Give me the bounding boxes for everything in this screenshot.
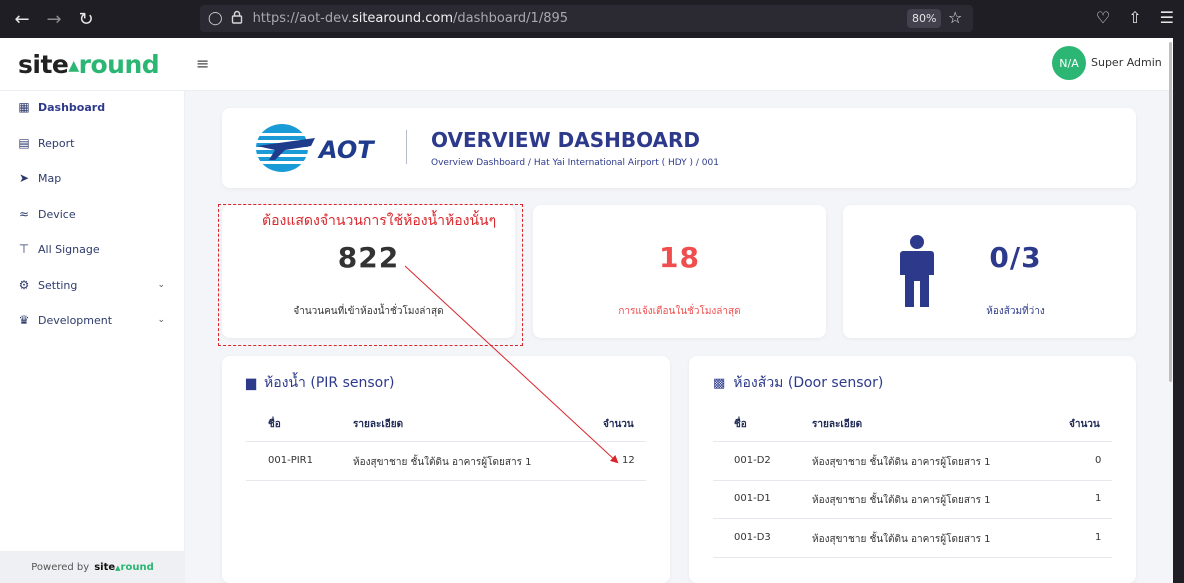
door-cell-name: 001-D3 xyxy=(734,532,771,543)
alerts-count: 18 xyxy=(659,241,700,274)
pir-title-text: ห้องน้ำ (PIR sensor) xyxy=(264,375,395,391)
sidebar-item-device[interactable]: ≈ Device xyxy=(17,204,177,224)
powered-logo-site: site xyxy=(94,561,116,573)
window-frame xyxy=(1173,38,1184,583)
sidebar: ▦ Dashboard ▤ Report ➤ Map ≈ Device ⊤ All Sig… xyxy=(0,91,185,583)
sidebar-item-label: Development xyxy=(38,313,113,327)
sidebar-item-map[interactable]: ➤ Map xyxy=(17,168,177,188)
sidebar-item-label: All Signage xyxy=(38,242,100,256)
sidebar-item-label: Map xyxy=(38,171,62,185)
vacant-count: 0/3 xyxy=(989,241,1042,274)
row-divider xyxy=(246,441,646,442)
row-divider xyxy=(713,518,1112,519)
menu-icon[interactable]: ☰ xyxy=(1160,8,1174,27)
sidebar-item-label: Device xyxy=(38,207,76,221)
overview-title-card: AOT OVERVIEW DASHBOARD Overview Dashboar… xyxy=(222,108,1136,188)
sidebar-item-label: Setting xyxy=(38,278,78,292)
pir-sensor-card: ▆ ห้องน้ำ (PIR sensor) ชื่อ รายละเอียด จ… xyxy=(222,356,670,583)
sidebar-item-setting[interactable]: ⚙ Setting ⌄ xyxy=(17,275,177,295)
chevron-down-icon[interactable]: ⌄ xyxy=(157,315,165,325)
development-icon: ♛ xyxy=(18,313,30,327)
powered-logo-round: round xyxy=(120,561,154,573)
door-header-detail: รายละเอียด xyxy=(812,419,863,430)
report-icon: ▤ xyxy=(18,136,30,150)
door-card-title: ▩ ห้องส้วม (Door sensor) xyxy=(713,372,883,394)
stat-card-vacant-stalls: 0/3 ห้องส้วมที่ว่าง xyxy=(843,205,1136,338)
shield-icon[interactable]: ◯ xyxy=(208,11,223,26)
aot-logo: AOT xyxy=(255,124,375,172)
pir-cell-detail: ห้องสุขาชาย ชั้นใต้ดิน อาคารผู้โดยสาร 1 xyxy=(353,457,532,468)
door-icon: ▆ xyxy=(246,375,256,391)
pir-header-count: จำนวน xyxy=(603,419,634,430)
title-divider xyxy=(406,130,407,164)
navigation-icon: ➤ xyxy=(18,171,30,185)
sidebar-item-all-signage[interactable]: ⊤ All Signage xyxy=(17,239,177,259)
door-header-name: ชื่อ xyxy=(734,419,747,430)
door-cell-count: 1 xyxy=(1095,493,1102,504)
browser-toolbar: ← → ↻ ◯ https://aot-dev.sitearound.com/d… xyxy=(0,0,1184,38)
sidebar-item-report[interactable]: ▤ Report xyxy=(17,133,177,153)
pocket-icon[interactable]: ♡ xyxy=(1096,8,1110,27)
vacant-label: ห้องส้วมที่ว่าง xyxy=(986,306,1045,317)
door-header-count: จำนวน xyxy=(1069,419,1100,430)
sidebar-toggle-icon[interactable]: ≡ xyxy=(196,54,209,73)
row-divider xyxy=(713,480,1112,481)
pir-cell-count: 12 xyxy=(622,455,635,466)
pir-card-title: ▆ ห้องน้ำ (PIR sensor) xyxy=(246,372,394,394)
door-sensor-card: ▩ ห้องส้วม (Door sensor) ชื่อ รายละเอียด… xyxy=(689,356,1136,583)
url-text[interactable]: https://aot-dev.sitearound.com/dashboard… xyxy=(253,11,568,26)
star-icon[interactable]: ☆ xyxy=(948,8,962,27)
annotation-text: ต้องแสดงจำนวนการใช้ห้องน้ำห้องนั้นๆ xyxy=(262,213,497,229)
row-divider xyxy=(246,480,646,481)
pir-cell-name: 001-PIR1 xyxy=(268,455,313,466)
sidebar-item-development[interactable]: ♛ Development ⌄ xyxy=(17,310,177,330)
powered-by-text: Powered by xyxy=(31,561,90,573)
url-bar[interactable]: ◯ https://aot-dev.sitearound.com/dashboa… xyxy=(200,5,973,32)
signage-icon: ⊤ xyxy=(18,242,30,256)
breadcrumb: Overview Dashboard / Hat Yai Internation… xyxy=(431,158,719,168)
share-icon[interactable]: ⇧ xyxy=(1128,8,1141,27)
door-cell-detail: ห้องสุขาชาย ชั้นใต้ดิน อาคารผู้โดยสาร 1 xyxy=(812,495,991,506)
sidebar-item-label: Report xyxy=(38,136,75,150)
lock-icon[interactable] xyxy=(231,10,243,28)
scrollbar[interactable] xyxy=(1169,42,1172,382)
pir-header-name: ชื่อ xyxy=(268,419,281,430)
door-cell-detail: ห้องสุขาชาย ชั้นใต้ดิน อาคารผู้โดยสาร 1 xyxy=(812,457,991,468)
toilet-icon: ▩ xyxy=(713,375,726,391)
door-cell-detail: ห้องสุขาชาย ชั้นใต้ดิน อาคารผู้โดยสาร 1 xyxy=(812,534,991,545)
chevron-down-icon[interactable]: ⌄ xyxy=(157,280,165,290)
page-title: OVERVIEW DASHBOARD xyxy=(431,128,701,152)
sidebar-item-label: Dashboard xyxy=(38,100,106,114)
pir-header-detail: รายละเอียด xyxy=(353,419,404,430)
door-cell-name: 001-D2 xyxy=(734,455,771,466)
sidebar-item-dashboard[interactable]: ▦ Dashboard xyxy=(17,97,177,117)
door-cell-count: 1 xyxy=(1095,532,1102,543)
grid-icon: ▦ xyxy=(18,100,30,114)
row-divider xyxy=(713,441,1112,442)
svg-text:AOT: AOT xyxy=(317,136,375,164)
back-icon[interactable]: ← xyxy=(6,9,38,30)
door-cell-count: 0 xyxy=(1095,455,1102,466)
avatar[interactable]: N/A xyxy=(1052,46,1086,80)
door-cell-name: 001-D1 xyxy=(734,493,771,504)
user-name[interactable]: Super Admin xyxy=(1091,56,1162,69)
forward-icon[interactable]: → xyxy=(38,9,70,30)
zoom-level[interactable]: 80% xyxy=(907,9,942,28)
powered-by-footer: Powered by site▲round xyxy=(0,551,185,583)
sitearound-logo[interactable]: site▲round xyxy=(18,50,160,79)
stat-card-alerts: 18 การแจ้งเตือนในชั่วโมงล่าสุด xyxy=(533,205,826,338)
wifi-icon: ≈ xyxy=(18,207,30,221)
logo-arrow-icon: ▲ xyxy=(68,58,79,74)
reload-icon[interactable]: ↻ xyxy=(70,9,102,30)
app-header: site▲round ≡ N/A Super Admin xyxy=(0,38,1173,91)
alerts-label: การแจ้งเตือนในชั่วโมงล่าสุด xyxy=(618,306,741,317)
row-divider xyxy=(713,557,1112,558)
door-title-text: ห้องส้วม (Door sensor) xyxy=(733,375,884,391)
gear-icon: ⚙ xyxy=(18,278,30,292)
